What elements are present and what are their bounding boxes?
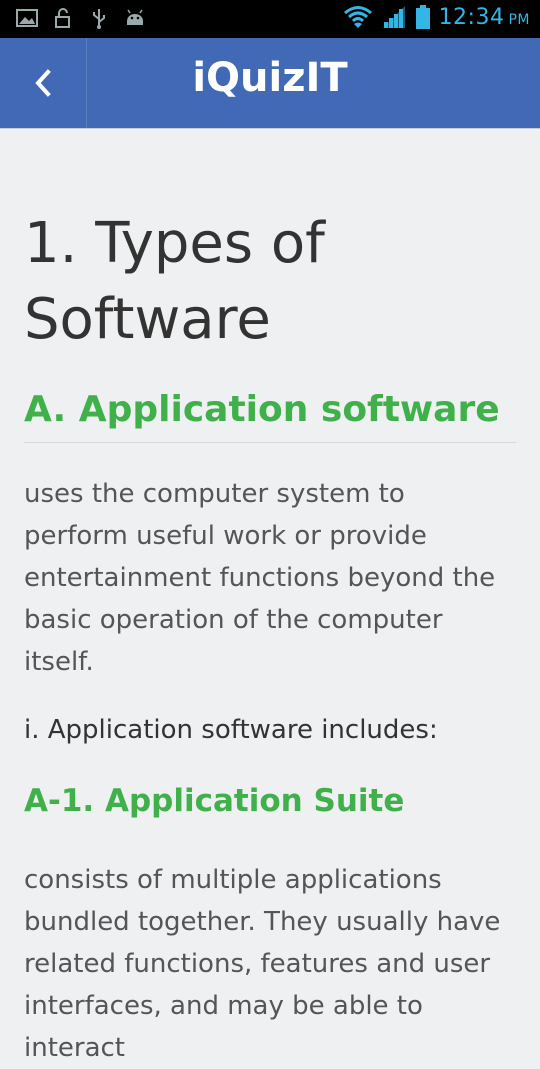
time-text: 12:34 (438, 4, 505, 30)
status-bar: 12:34 PM (0, 0, 540, 38)
section-description: uses the computer system to perform usef… (24, 479, 496, 677)
image-icon (16, 9, 38, 27)
wifi-icon (343, 6, 372, 28)
status-time: 12:34 PM (439, 5, 530, 30)
page-title: 1. Types of Software (24, 211, 325, 352)
ampm-text: PM (508, 11, 530, 28)
subheading: A-1. Application Suite (24, 783, 405, 819)
back-button[interactable] (0, 38, 87, 128)
content-area: 1. Types of Software A. Application soft… (24, 128, 516, 1069)
chevron-left-icon (35, 69, 51, 97)
includes-label: i. Application software includes: (24, 715, 438, 745)
battery-icon (415, 5, 430, 29)
status-left-icons (16, 7, 146, 29)
signal-icon (382, 6, 405, 28)
usb-icon (93, 9, 105, 29)
app-bar: iQuizIT (0, 38, 540, 129)
section-heading: A. Application software (24, 386, 516, 443)
suite-description: consists of multiple applications bundle… (24, 865, 501, 1063)
lock-icon (55, 8, 70, 28)
android-icon (127, 9, 143, 25)
status-right: 12:34 PM (343, 4, 530, 30)
